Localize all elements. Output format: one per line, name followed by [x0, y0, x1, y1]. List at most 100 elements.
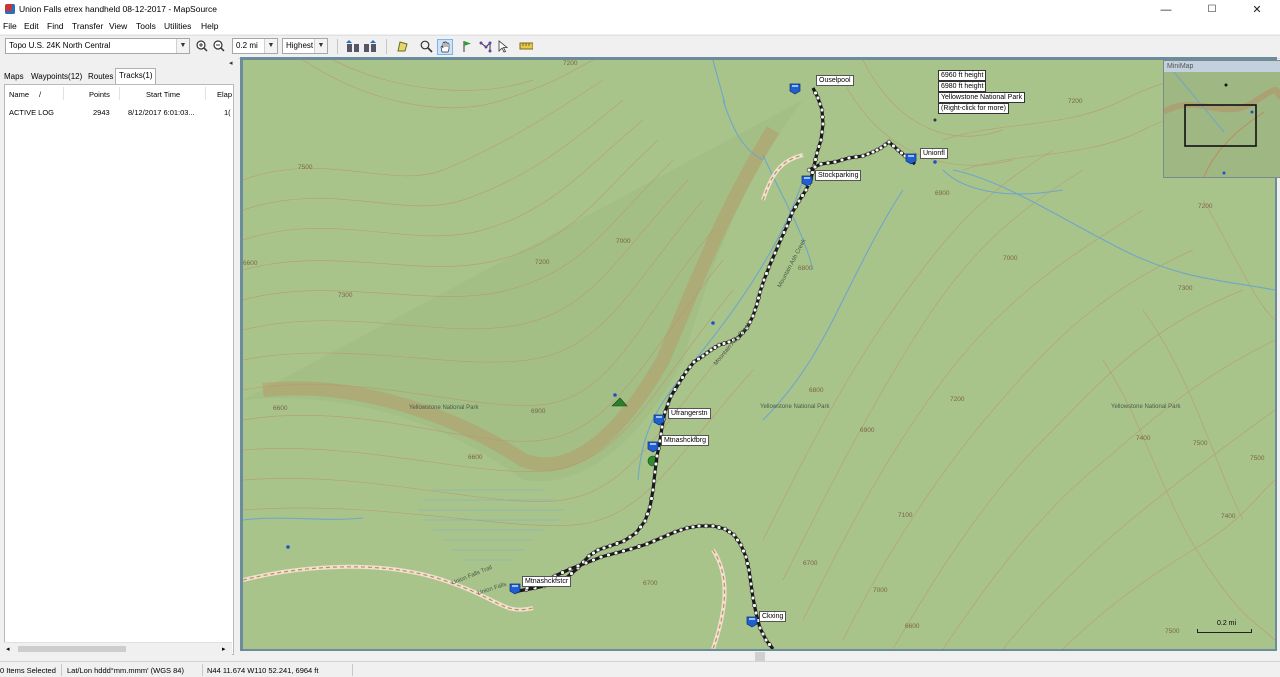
waypoint-label-mtnashckfbrg[interactable]: Mtnashckfbrg [661, 435, 710, 446]
receive-from-device-icon[interactable] [346, 39, 360, 53]
track-point [712, 345, 718, 350]
detail-value: Highest [286, 41, 314, 50]
collapse-panel-icon[interactable]: ◂ [229, 59, 237, 67]
track-point [787, 217, 792, 222]
menu-help[interactable]: Help [201, 21, 218, 31]
pointer-select-icon[interactable] [496, 39, 510, 53]
menu-utilities[interactable]: Utilities [164, 21, 191, 31]
track-point [846, 155, 852, 161]
map-tooltip-line: (Right-click for more) [938, 103, 1009, 114]
status-bar: 0 Items Selected Lat/Lon hddd°mm.mmm' (W… [0, 661, 1280, 677]
menu-tools[interactable]: Tools [136, 21, 156, 31]
track-point [650, 487, 656, 493]
contour-label: 7200 [950, 396, 965, 403]
track-point [651, 478, 657, 484]
distance-tool-icon[interactable] [519, 39, 533, 53]
track-point [891, 143, 896, 149]
column-header-name[interactable]: Name [9, 90, 29, 99]
waypoint-label-mtnashckfstcr[interactable]: Mtnashckfstcr [522, 576, 572, 587]
contour-label: 7400 [1136, 435, 1151, 442]
minimize-button[interactable]: — [1143, 0, 1189, 19]
track-point [708, 347, 714, 353]
zoom-out-icon[interactable] [212, 39, 226, 53]
contour-label: 7500 [298, 164, 313, 171]
map-view[interactable]: Yellowstone National Park Yellowstone Na… [243, 60, 1275, 649]
tab-waypoints[interactable]: Waypoints(12) [28, 70, 85, 83]
map-tooltip-line: 6960 ft height [938, 70, 987, 81]
map-horizontal-scrollbar[interactable] [240, 652, 1277, 661]
track-point [800, 193, 805, 198]
waypoint-label-ufrangerstn[interactable]: Ufrangerstn [668, 408, 711, 419]
send-to-device-icon[interactable] [363, 39, 377, 53]
track-point [746, 567, 752, 573]
track-point [680, 375, 685, 380]
tab-maps[interactable]: Maps [1, 70, 27, 83]
waypoint-flag-icon[interactable] [789, 83, 801, 95]
scrollbar-thumb[interactable] [18, 646, 126, 652]
maximize-button[interactable]: ☐ [1189, 0, 1235, 19]
track-elapsed-cell: 1( [224, 108, 231, 117]
track-point [747, 574, 753, 580]
horizontal-scrollbar[interactable]: ◂ ▸ [4, 642, 232, 655]
zoom-tool-icon[interactable] [419, 39, 433, 53]
column-header-elapsed[interactable]: Elap [217, 90, 232, 99]
map-select-icon[interactable] [395, 39, 409, 53]
menu-find[interactable]: Find [47, 21, 64, 31]
track-point [735, 537, 740, 543]
scroll-left-icon[interactable]: ◂ [6, 645, 10, 653]
waypoint-label-ckxing[interactable]: Ckxing [759, 611, 787, 622]
column-divider[interactable] [205, 87, 206, 100]
zoom-in-icon[interactable] [195, 39, 209, 53]
menu-edit[interactable]: Edit [24, 21, 39, 31]
track-point [628, 546, 634, 552]
scrollbar-thumb[interactable] [755, 652, 765, 661]
waypoint-label-stockparking[interactable]: Stockparking [815, 170, 862, 181]
close-button[interactable]: ✕ [1234, 0, 1280, 19]
track-point [704, 350, 710, 356]
track-point [716, 525, 722, 530]
zoom-scale-select[interactable]: 0.2 mi ▼ [232, 38, 278, 54]
track-point [569, 571, 574, 576]
contour-label: 7000 [1003, 255, 1018, 262]
track-point [853, 154, 859, 160]
waypoint-label-unionfl[interactable]: Unionfl [920, 148, 948, 159]
track-point [817, 101, 823, 107]
track-point [722, 526, 728, 532]
contour-label: 7300 [338, 292, 353, 299]
track-point [899, 150, 904, 156]
contour-label: 7400 [1221, 513, 1236, 520]
contour-label: 6900 [860, 427, 875, 434]
track-point [825, 160, 831, 166]
waypoint-flag-icon[interactable] [746, 616, 758, 628]
column-divider[interactable] [119, 87, 120, 100]
column-divider[interactable] [63, 87, 64, 100]
track-point [727, 529, 732, 535]
track-point [647, 504, 653, 510]
route-tool-icon[interactable] [478, 39, 492, 53]
contour-label: 6800 [798, 265, 813, 272]
tab-tracks[interactable]: Tracks(1) [115, 68, 157, 84]
map-product-select[interactable]: Topo U.S. 24K North Central ▼ [5, 38, 190, 54]
waypoint-flag-icon[interactable] [460, 39, 474, 53]
tab-routes[interactable]: Routes [85, 70, 116, 83]
track-point [741, 548, 746, 554]
track-point [658, 535, 664, 541]
track-point [633, 530, 639, 536]
waypoint-label-ouselpool[interactable]: Ouselpool [816, 75, 854, 86]
hand-pan-icon[interactable] [437, 39, 453, 55]
menu-file[interactable]: File [3, 21, 17, 31]
menu-view[interactable]: View [109, 21, 127, 31]
scroll-right-icon[interactable]: ▸ [222, 645, 226, 653]
contour-label: 6600 [468, 454, 483, 461]
column-header-points[interactable]: Points [89, 90, 110, 99]
minimap[interactable]: MiniMap [1163, 60, 1280, 178]
detail-select[interactable]: Highest ▼ [282, 38, 328, 54]
track-point [598, 554, 604, 560]
column-header-start-time[interactable]: Start Time [146, 90, 180, 99]
contour-label: 7500 [1250, 455, 1265, 462]
track-point [775, 243, 781, 249]
track-point [769, 257, 775, 263]
track-point [731, 532, 737, 538]
menu-transfer[interactable]: Transfer [72, 21, 103, 31]
menu-bar: File Edit Find Transfer View Tools Utili… [0, 19, 1280, 34]
